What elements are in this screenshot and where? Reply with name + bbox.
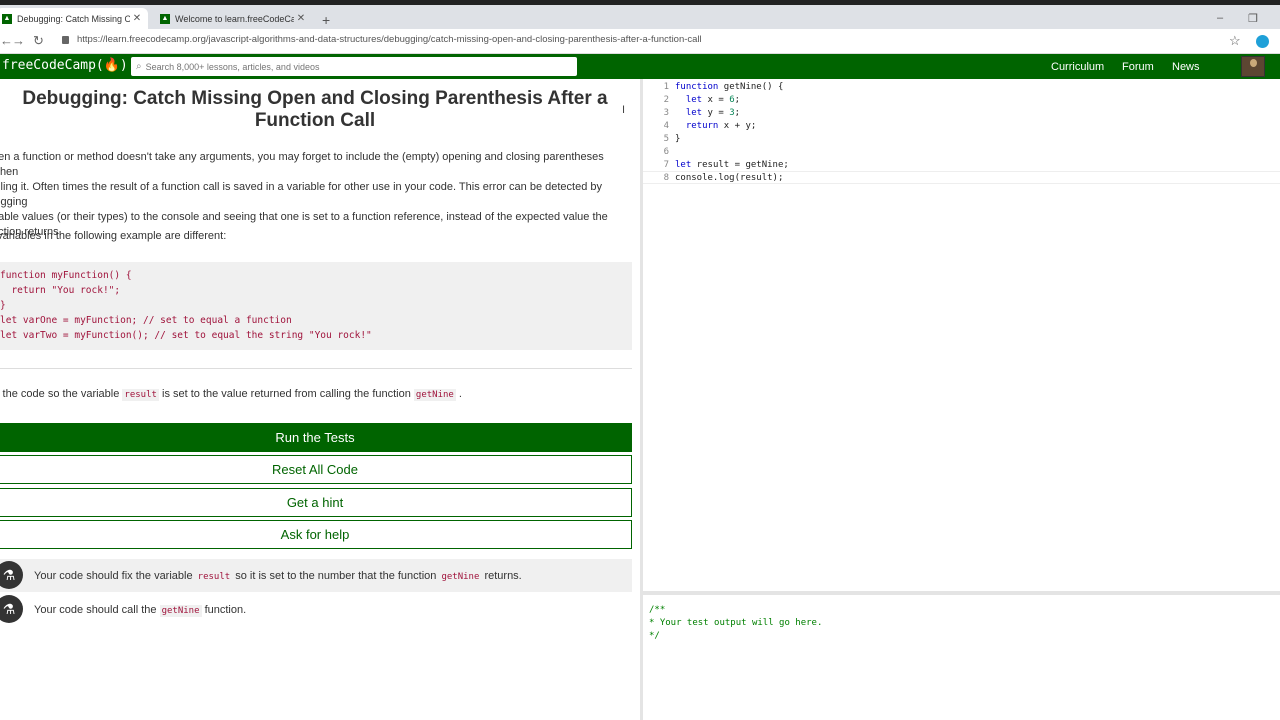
url-text: https://learn.freecodecamp.org/javascrip…: [77, 34, 702, 45]
line-number: 2: [663, 95, 669, 105]
close-tab-icon[interactable]: ✕: [130, 13, 144, 24]
nav-link-news[interactable]: News: [1172, 61, 1200, 73]
ask-help-button[interactable]: Ask for help: [0, 520, 632, 549]
description-line: hen a function or method doesn't take an…: [0, 151, 604, 178]
reset-code-button[interactable]: Reset All Code: [0, 455, 632, 484]
minimize-button[interactable]: –: [1217, 12, 1223, 24]
fcc-favicon-icon: ▲: [160, 13, 170, 24]
test-text-part: so it is set to the number that the func…: [232, 569, 440, 582]
search-icon: ⌕: [136, 61, 142, 72]
challenge-panel: Debugging: Catch Missing Open and Closin…: [0, 79, 640, 720]
nav-link-forum[interactable]: Forum: [1122, 61, 1154, 73]
line-number: 6: [663, 147, 669, 157]
tab-title: Welcome to learn.freeCodeCamp: [175, 13, 294, 24]
test-output-text: /** * Your test output will go here. */: [649, 605, 823, 641]
run-tests-button[interactable]: Run the Tests: [0, 423, 632, 452]
task-text: x the code so the variable: [0, 388, 123, 400]
editor-line[interactable]: 3 let y = 3;: [643, 107, 1280, 120]
reload-icon[interactable]: ↻: [33, 33, 44, 49]
line-number: 5: [663, 134, 669, 144]
flask-icon: ⚗: [0, 561, 23, 589]
editor-line[interactable]: 6: [643, 146, 1280, 159]
challenge-title: Debugging: Catch Missing Open and Closin…: [22, 88, 608, 131]
bookmark-star-icon[interactable]: ☆: [1229, 33, 1241, 49]
test-text-part: function.: [201, 603, 247, 616]
inline-code: getNine: [159, 604, 202, 617]
url-field[interactable]: https://learn.freecodecamp.org/javascrip…: [62, 34, 702, 45]
description-line: riable values (or their types) to the co…: [0, 211, 608, 223]
forward-icon[interactable]: →: [12, 33, 25, 48]
editor-line[interactable]: 5}: [643, 133, 1280, 146]
editor-line[interactable]: 1 function getNine() {: [643, 81, 1280, 94]
task-instructions: x the code so the variable result is set…: [0, 388, 462, 401]
tab-title: Debugging: Catch Missing Open: [17, 13, 130, 24]
get-hint-button[interactable]: Get a hint: [0, 488, 632, 517]
test-text: Your code should call the getNine functi…: [34, 603, 247, 617]
user-avatar[interactable]: [1241, 56, 1265, 77]
line-number: 8: [663, 173, 669, 183]
close-tab-icon[interactable]: ✕: [294, 13, 308, 24]
divider-line: [0, 368, 632, 369]
flask-icon: ⚗: [0, 595, 23, 623]
fcc-logo[interactable]: freeCodeCamp(🔥): [2, 58, 128, 73]
inline-code: result: [122, 389, 159, 401]
nav-link-curriculum[interactable]: Curriculum: [1051, 61, 1104, 73]
code-editor[interactable]: 1 function getNine() { 2 let x = 6; 3 let…: [643, 79, 1280, 591]
inline-code: getNine: [439, 570, 482, 583]
test-text-part: returns.: [481, 569, 522, 582]
line-number: 4: [663, 121, 669, 131]
test-item: ⚗ Your code should call the getNine func…: [0, 593, 632, 626]
editor-line-current[interactable]: 8 console.log(result);: [643, 171, 1280, 184]
search-box[interactable]: ⌕: [131, 57, 577, 76]
task-text: .: [455, 388, 462, 400]
test-text-part: Your code should fix the variable: [34, 569, 196, 582]
example-code-block: function myFunction() { return "You rock…: [0, 262, 632, 350]
new-tab-button[interactable]: +: [322, 12, 330, 28]
test-text-part: Your code should call the: [34, 603, 160, 616]
example-code: function myFunction() { return "You rock…: [0, 270, 372, 341]
line-number: 1: [663, 82, 669, 92]
search-input[interactable]: [145, 61, 546, 72]
inline-code: getNine: [413, 389, 456, 401]
restore-button[interactable]: ❐: [1248, 12, 1258, 25]
lock-icon: [62, 35, 69, 44]
task-text: is set to the value returned from callin…: [158, 388, 414, 400]
browser-tab[interactable]: ▲ Welcome to learn.freeCodeCamp ✕: [154, 8, 312, 29]
fcc-favicon-icon: ▲: [2, 13, 12, 24]
example-intro: e variables in the following example are…: [0, 230, 227, 242]
test-output-panel: /** * Your test output will go here. */: [643, 595, 1280, 720]
test-item: ⚗ Your code should fix the variable resu…: [0, 559, 632, 592]
line-number: 3: [663, 108, 669, 118]
test-text: Your code should fix the variable result…: [34, 569, 522, 583]
browser-tab-bar: ▲ Debugging: Catch Missing Open ✕ ▲ Welc…: [0, 5, 1280, 29]
fcc-navbar: freeCodeCamp(🔥) ⌕ Curriculum Forum News: [0, 54, 1280, 79]
address-bar-row: ← → ↻ https://learn.freecodecamp.org/jav…: [0, 29, 1280, 54]
description-line: alling it. Often times the result of a f…: [0, 181, 603, 208]
editor-line[interactable]: 4 return x + y;: [643, 120, 1280, 133]
extension-icon[interactable]: [1256, 35, 1269, 48]
inline-code: result: [195, 570, 233, 583]
challenge-description: hen a function or method doesn't take an…: [0, 150, 632, 240]
text-cursor-icon: I: [622, 104, 626, 116]
browser-tab-active[interactable]: ▲ Debugging: Catch Missing Open ✕: [0, 8, 148, 29]
editor-line[interactable]: 2 let x = 6;: [643, 94, 1280, 107]
